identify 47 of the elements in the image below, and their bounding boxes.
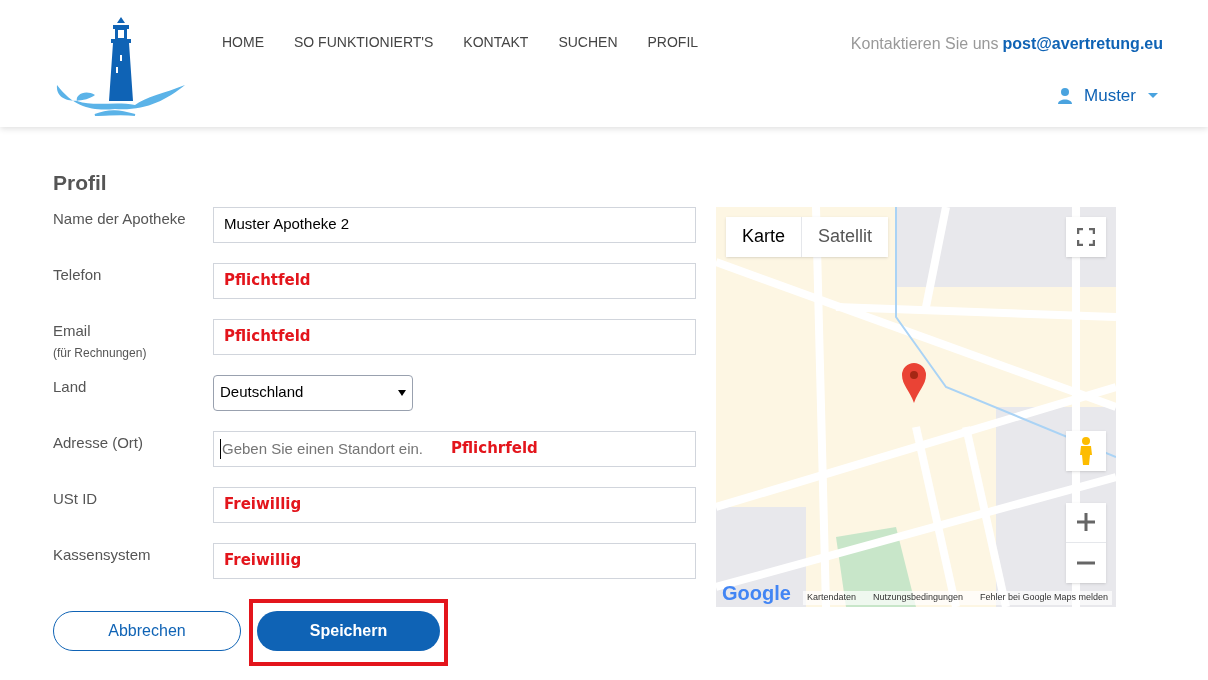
dropdown-caret-icon xyxy=(398,389,406,396)
email-link[interactable]: post@avertretung.eu xyxy=(1002,32,1163,56)
map-footer-link[interactable]: Nutzungsbedingungen xyxy=(872,591,963,605)
user-menu[interactable]: Muster xyxy=(1058,83,1158,109)
required-note: Freiwillig xyxy=(224,550,302,572)
nav-link[interactable]: SO FUNKTIONIERT'S xyxy=(294,32,434,52)
field-label: Name der Apotheke xyxy=(53,208,187,229)
map[interactable]: Karte Satellit Google Kartendaten Nutzungsbedingungen Fehler bei Google Maps melden xyxy=(716,206,1116,607)
input-field[interactable]: Freiwillig xyxy=(213,542,696,579)
fullscreen-button[interactable] xyxy=(1066,216,1106,257)
field-label: Adresse (Ort) xyxy=(53,432,144,453)
field-label: Email xyxy=(53,320,92,341)
required-note: Pflichrfeld xyxy=(451,438,538,460)
nav-link[interactable]: KONTAKT xyxy=(463,32,529,52)
field-sublabel: (für Rechnungen) xyxy=(53,344,148,362)
form-button[interactable]: Speichern xyxy=(257,610,440,651)
map-footer-link[interactable]: Kartendaten xyxy=(806,591,856,605)
required-note: Pflichtfeld xyxy=(224,270,311,292)
input-field[interactable]: Muster Apotheke 2 xyxy=(213,206,696,243)
person-figure-icon xyxy=(1079,436,1093,465)
input-field[interactable]: Freiwillig xyxy=(213,486,696,523)
fullscreen-icon xyxy=(1077,227,1095,246)
required-note: Pflichtfeld xyxy=(224,326,311,348)
field-label: Kassensystem xyxy=(53,544,152,565)
user-icon xyxy=(1058,87,1073,104)
nav-link[interactable]: SUCHEN xyxy=(558,32,618,52)
nav-link[interactable]: PROFIL xyxy=(647,32,699,52)
minus-icon xyxy=(1077,560,1095,565)
map-pin-icon xyxy=(902,362,926,403)
nav-link[interactable]: HOME xyxy=(222,32,264,52)
page-title: Profil xyxy=(53,170,108,196)
caret-icon xyxy=(1148,93,1158,99)
required-note: Freiwillig xyxy=(224,494,302,516)
input-field[interactable]: Pflichtfeld xyxy=(213,318,696,355)
input-field[interactable]: Pflichtfeld xyxy=(213,262,696,299)
map-footer-link[interactable]: Fehler bei Google Maps melden xyxy=(979,591,1108,605)
location-field[interactable]: Geben Sie einen Standort ein. Pflichrfeld xyxy=(213,430,696,467)
field-label: USt ID xyxy=(53,488,99,509)
form-button[interactable]: Abbrechen xyxy=(53,610,241,651)
map-logo: Google xyxy=(722,580,791,605)
country-select[interactable]: Deutschland xyxy=(213,374,413,411)
plus-icon xyxy=(1077,513,1095,531)
contact-text: Kontaktieren Sie uns xyxy=(850,34,999,54)
map-type-tab[interactable]: Karte xyxy=(726,216,802,257)
field-label: Land xyxy=(53,376,88,397)
map-type-tab[interactable]: Satellit xyxy=(801,216,889,257)
field-label: Telefon xyxy=(53,264,103,285)
